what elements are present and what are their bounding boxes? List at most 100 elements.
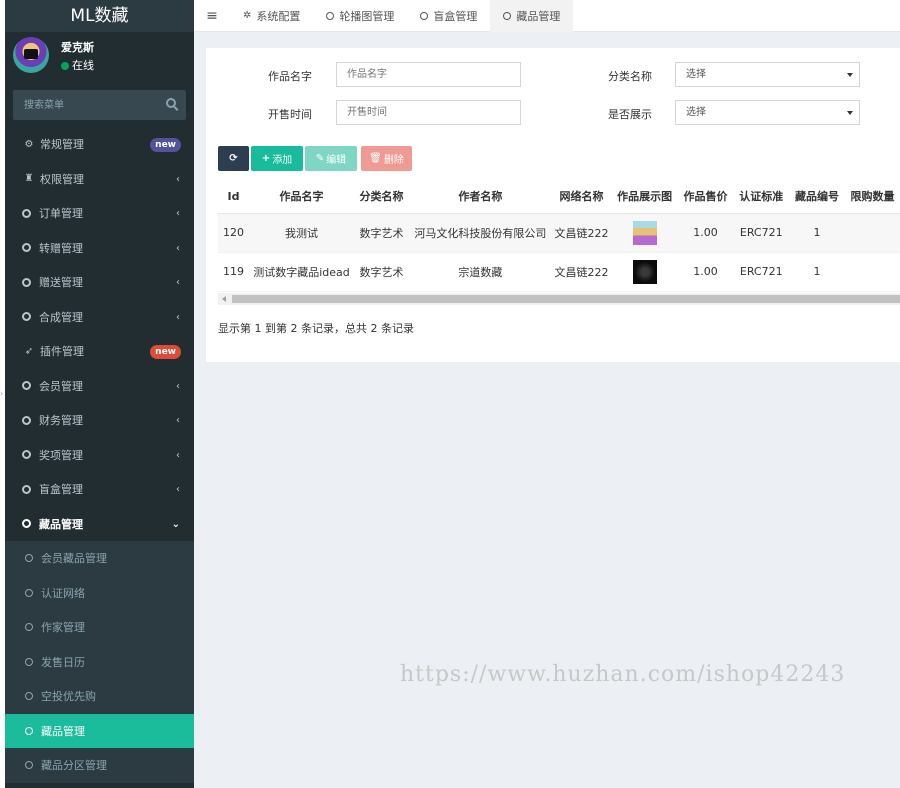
tab-banner[interactable]: 轮播图管理 (313, 0, 407, 32)
sidebar-item-collections[interactable]: 藏品管理 ⌄ (5, 507, 194, 542)
col-price[interactable]: 作品售价 (678, 180, 733, 214)
circle-icon (25, 726, 33, 735)
filter-show-select[interactable]: 选择 (675, 100, 860, 125)
circle-icon (22, 519, 31, 529)
scroll-left-icon[interactable] (222, 296, 226, 302)
search-icon[interactable] (166, 98, 176, 108)
circle-icon (326, 11, 335, 20)
chevron-left-icon: ‹ (176, 380, 180, 392)
circle-icon (420, 11, 429, 20)
cell-category: 数字艺术 (354, 252, 409, 292)
sidebar-item-label: 权限管理 (40, 172, 84, 186)
sidebar-item-label: 盲盒管理 (39, 483, 83, 497)
tab-blindbox[interactable]: 盲盒管理 (407, 0, 490, 32)
filter-category-label: 分类名称 (608, 70, 652, 83)
select-value: 选择 (686, 69, 706, 80)
cell-name: 我测试 (248, 213, 355, 253)
filter-name-input[interactable] (336, 62, 521, 87)
filter-sale-time-input[interactable] (336, 100, 521, 125)
cell-number: 1 (789, 252, 845, 292)
online-dot-icon (61, 62, 69, 70)
chevron-left-icon: ‹ (176, 277, 180, 288)
resize-handle-icon[interactable]: › (0, 389, 3, 398)
cell-standard: ERC721 (732, 213, 790, 253)
filter-show-label: 是否展示 (608, 108, 652, 121)
sidebar-item-compose[interactable]: 合成管理 ‹ (5, 300, 194, 335)
sidebar-item-members[interactable]: 会员管理 ‹ (5, 369, 194, 404)
add-label: 添加 (272, 155, 293, 166)
delete-button[interactable]: 🗑 删除 (361, 146, 412, 171)
cell-number: 1 (789, 213, 845, 253)
filter-name-label: 作品名字 (268, 70, 312, 83)
table-row[interactable]: 119 测试数字藏品idead 数字艺术 宗道数藏 文昌链222 1.00 ER… (218, 252, 900, 292)
table-row[interactable]: 120 我测试 数字艺术 河马文化科技股份有限公司 文昌链222 1.00 ER… (218, 213, 900, 253)
cell-network: 文昌链222 (551, 252, 612, 292)
caret-down-icon (847, 73, 853, 77)
sidebar-subitem-airdrop[interactable]: 空投优先购 (5, 679, 194, 714)
cell-limit (844, 252, 900, 292)
sidebar-subitem-calendar[interactable]: 发售日历 (5, 644, 194, 679)
sidebar-subitem-authors[interactable]: 作家管理 (5, 610, 194, 645)
col-network[interactable]: 网络名称 (551, 180, 612, 214)
artwork-thumbnail[interactable] (632, 259, 657, 284)
sidebar-item-label: 转赠管理 (39, 241, 83, 255)
col-author[interactable]: 作者名称 (408, 180, 552, 214)
sidebar-item-finance[interactable]: 财务管理 ‹ (5, 403, 194, 438)
tab-collections[interactable]: 藏品管理 (490, 0, 574, 32)
sidebar-item-plugins[interactable]: ➶ 插件管理 new (5, 334, 194, 369)
sidebar-subitem-label: 会员藏品管理 (41, 552, 107, 566)
col-category[interactable]: 分类名称 (354, 180, 409, 214)
tab-label: 系统配置 (256, 9, 301, 23)
sidebar-item-label: 奖项管理 (39, 448, 83, 462)
sidebar-subitem-collection-manage[interactable]: 藏品管理 (5, 713, 194, 748)
sidebar-item-general[interactable]: ⚙ 常规管理 new (5, 127, 194, 162)
chevron-left-icon: ‹ (176, 242, 180, 254)
circle-icon (22, 484, 31, 494)
table-horizontal-scrollbar[interactable] (218, 293, 900, 305)
sidebar-subitem-label: 发售日历 (41, 655, 85, 669)
sidebar-item-transfer[interactable]: 转赠管理 ‹ (5, 231, 194, 266)
content-panel: 作品名字 分类名称 选择 开售时间 是否展示 选择 ⟳ +添加 ✎编辑 🗑删除 … (206, 48, 900, 362)
sidebar-item-orders[interactable]: 订单管理 ‹ (5, 196, 194, 231)
edit-label: 编辑 (326, 155, 347, 166)
circle-icon (25, 588, 33, 597)
select-value: 选择 (686, 107, 706, 118)
plus-icon: + (261, 153, 271, 164)
tab-label: 藏品管理 (516, 9, 561, 23)
sidebar-subitem-label: 空投优先购 (41, 690, 96, 704)
col-id[interactable]: Id (218, 180, 249, 214)
tab-system-config[interactable]: ✲ 系统配置 (230, 0, 313, 32)
sidebar: ML数藏 爱克斯 在线 ⚙常规管理new ♜权限管理‹ 订单管理‹ 转赠管理‹ … (5, 0, 194, 788)
sidebar-subitem-label: 藏品管理 (41, 724, 85, 738)
sidebar-item-blindbox[interactable]: 盲盒管理 ‹ (5, 472, 194, 507)
col-limit[interactable]: 限购数量 (844, 180, 900, 214)
user-status: 在线 (61, 57, 94, 73)
refresh-button[interactable]: ⟳ (218, 146, 249, 171)
circle-icon (22, 312, 31, 322)
sidebar-item-label: 财务管理 (39, 414, 83, 428)
menu-search-input[interactable] (13, 90, 186, 120)
sidebar-subitem-zones[interactable]: 藏品分区管理 (5, 748, 194, 783)
sidebar-item-gift[interactable]: 赠送管理 ‹ (5, 265, 194, 300)
brand-logo[interactable]: ML数藏 (5, 0, 194, 32)
avatar (13, 37, 49, 73)
filter-category-select[interactable]: 选择 (675, 62, 860, 87)
sidebar-subitem-label: 藏品分区管理 (41, 759, 107, 773)
sidebar-subitem-label: 认证网络 (41, 586, 85, 600)
sidebar-item-awards[interactable]: 奖项管理 ‹ (5, 438, 194, 473)
col-standard[interactable]: 认证标准 (732, 180, 790, 214)
sidebar-item-permission[interactable]: ♜ 权限管理 ‹ (5, 162, 194, 197)
col-number[interactable]: 藏品编号 (789, 180, 845, 214)
menu-toggle-icon[interactable]: ≡ (194, 8, 230, 24)
scrollbar-thumb[interactable] (232, 295, 900, 303)
edit-button[interactable]: ✎ 编辑 (305, 146, 357, 171)
add-button[interactable]: + 添加 (251, 146, 303, 171)
col-image[interactable]: 作品展示图 (611, 180, 679, 214)
collections-table: Id 作品名字 分类名称 作者名称 网络名称 作品展示图 作品售价 认证标准 藏… (218, 180, 900, 292)
artwork-thumbnail[interactable] (632, 220, 657, 245)
sidebar-subitem-member-collections[interactable]: 会员藏品管理 (5, 541, 194, 576)
col-name[interactable]: 作品名字 (248, 180, 355, 214)
cogs-icon: ⚙ (24, 138, 34, 150)
cell-image (611, 252, 679, 292)
sidebar-subitem-auth-network[interactable]: 认证网络 (5, 575, 194, 610)
